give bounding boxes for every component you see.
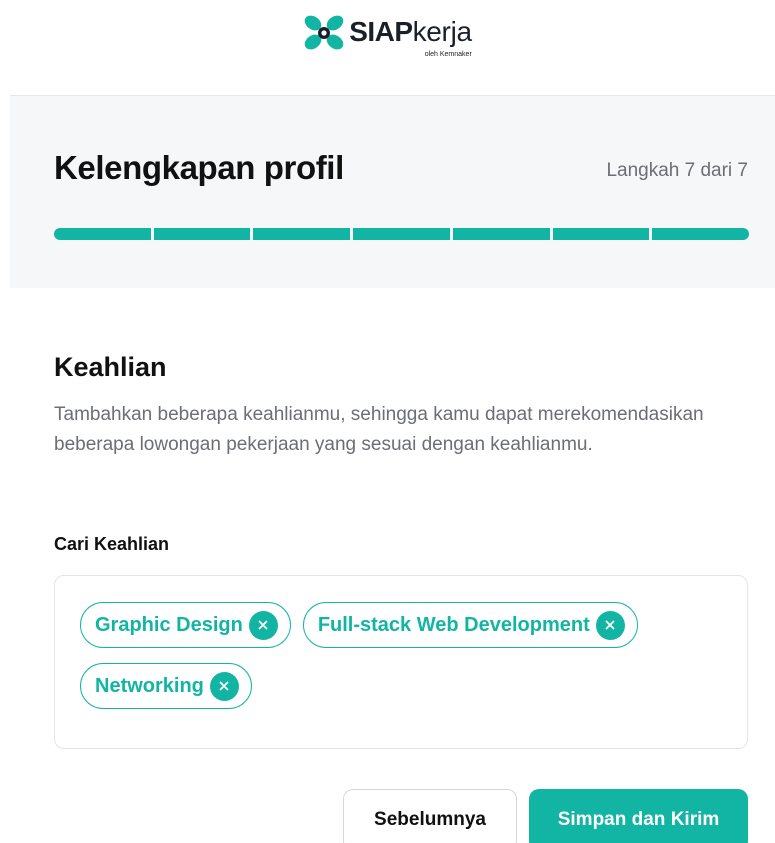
close-icon[interactable] <box>248 610 278 640</box>
siapkerja-logo-icon <box>304 15 344 50</box>
skill-chip-label: Networking <box>95 674 204 697</box>
progress-segment <box>253 228 351 240</box>
skill-chips: Graphic Design Full-stack Web Development… <box>80 602 720 724</box>
skills-search-label: Cari Keahlian <box>54 534 170 554</box>
close-icon[interactable] <box>595 610 625 640</box>
close-icon[interactable] <box>209 671 239 701</box>
siapkerja-logo[interactable]: SIAP kerja oleh Kemnaker <box>303 10 473 58</box>
progress-segment <box>54 228 151 240</box>
app-header: SIAP kerja oleh Kemnaker <box>0 10 775 58</box>
skill-chip[interactable]: Graphic Design <box>80 602 291 648</box>
save-and-submit-button[interactable]: Simpan dan Kirim <box>529 789 748 843</box>
skill-chip-label: Graphic Design <box>95 613 243 636</box>
brand-tagline: oleh Kemnaker <box>424 51 472 58</box>
previous-button[interactable]: Sebelumnya <box>343 789 517 843</box>
progress-segment <box>153 228 251 240</box>
section-title: Keahlian <box>54 352 167 382</box>
brand-name-bold: SIAP <box>349 16 413 47</box>
progress-segment <box>552 228 650 240</box>
section-description: Tambahkan beberapa keahlianmu, sehingga … <box>54 404 704 455</box>
skill-chip[interactable]: Full-stack Web Development <box>302 602 638 648</box>
progress-segment <box>452 228 550 240</box>
skills-search-input[interactable]: Graphic Design Full-stack Web Development… <box>54 575 748 749</box>
progress-segment <box>652 228 750 240</box>
progress-bar <box>54 228 750 240</box>
skill-chip-label: Full-stack Web Development <box>317 613 590 636</box>
step-indicator: Langkah 7 dari 7 <box>606 160 748 181</box>
profile-progress-panel: Kelengkapan profil Langkah 7 dari 7 <box>10 95 775 288</box>
progress-segment <box>353 228 450 240</box>
skill-chip[interactable]: Networking <box>80 663 252 709</box>
brand-name-regular: kerja <box>412 16 473 47</box>
page-title: Kelengkapan profil <box>54 149 344 186</box>
